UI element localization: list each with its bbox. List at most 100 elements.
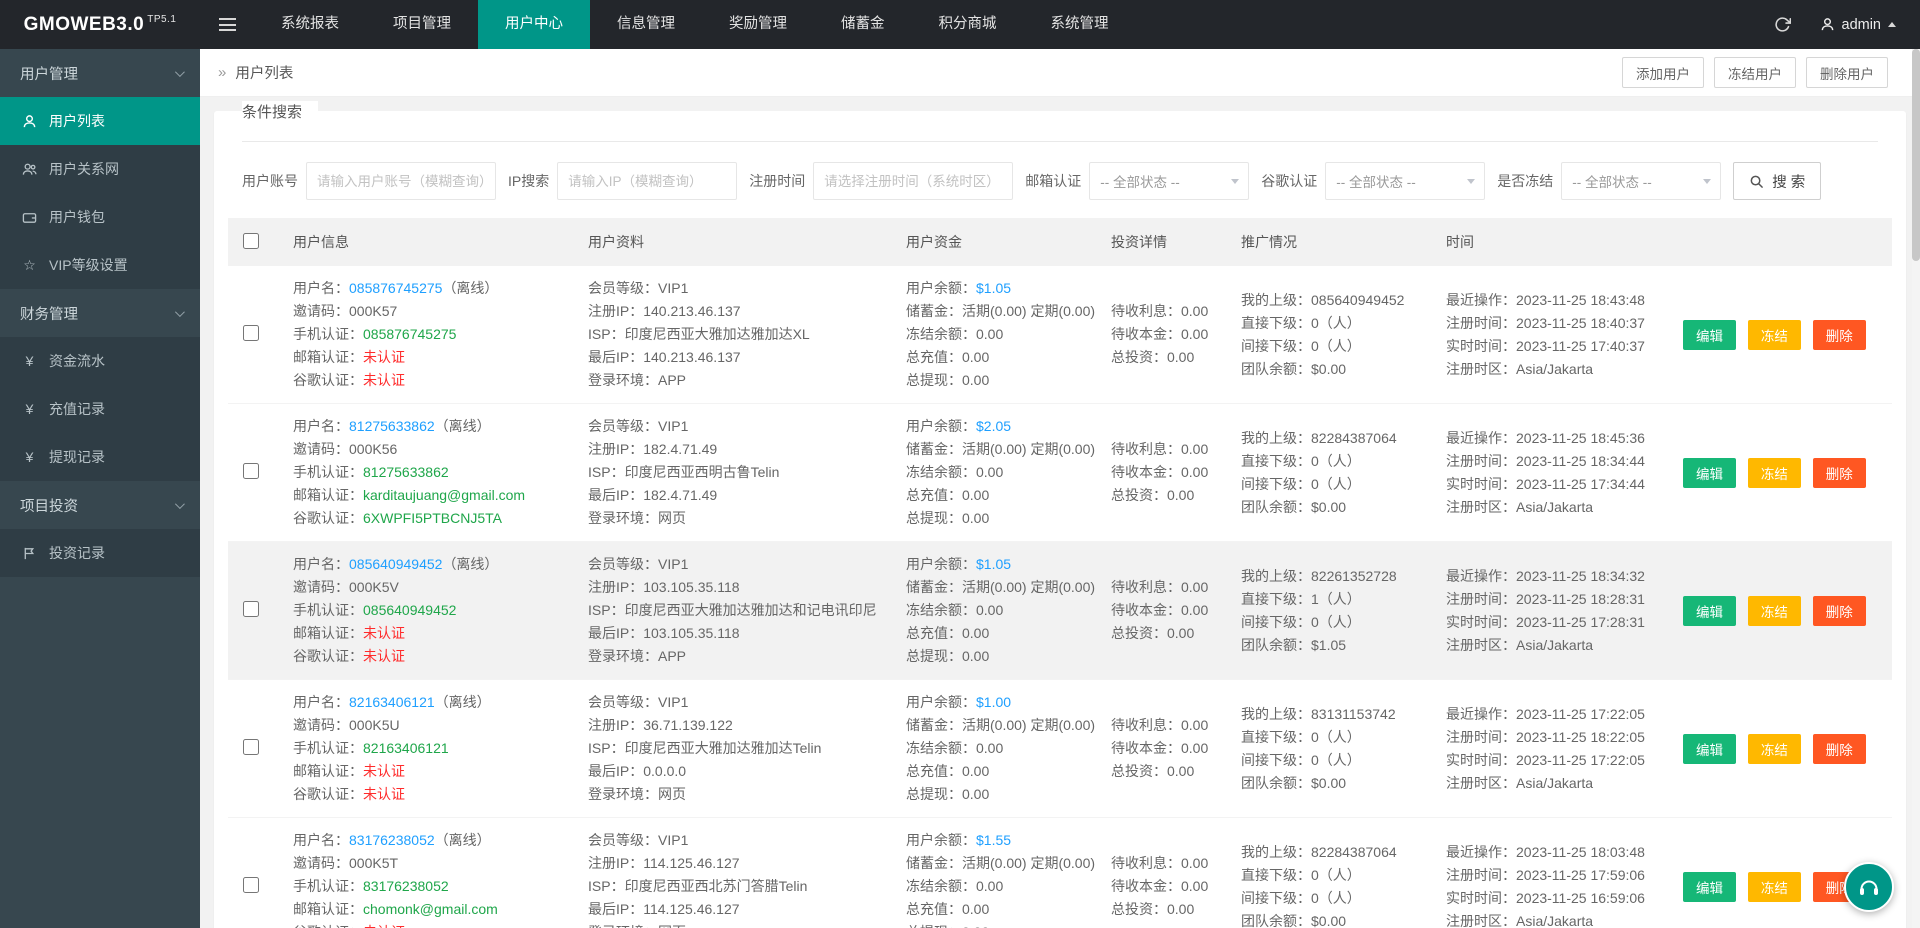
balance-link[interactable]: $1.55 [976, 832, 1011, 848]
invite-code: 000K5T [349, 855, 398, 871]
freeze-button[interactable]: 冻结 [1748, 596, 1801, 626]
nav-item-reports[interactable]: 系统报表 [254, 0, 366, 49]
sidebar-item-recharge-records[interactable]: ¥ 充值记录 [0, 385, 200, 433]
sidebar-item-user-list[interactable]: 用户列表 [0, 97, 200, 145]
delete-user-button[interactable]: 删除用户 [1806, 57, 1888, 88]
field-label: 登录环境： [588, 372, 658, 388]
currency-icon: ¥ [21, 401, 38, 417]
freeze-button[interactable]: 冻结 [1748, 734, 1801, 764]
balance-link[interactable]: $1.00 [976, 694, 1011, 710]
direct-subordinates: 0（人） [1311, 867, 1361, 883]
cell-invest-detail: 待收利息：0.00 待收本金：0.00 总投资：0.00 [1096, 680, 1226, 818]
scrollbar-thumb[interactable] [1912, 49, 1920, 261]
freeze-user-button[interactable]: 冻结用户 [1714, 57, 1796, 88]
nav-item-savings[interactable]: 储蓄金 [814, 0, 912, 49]
field-label: 注册时区： [1446, 499, 1516, 515]
nav-item-rewards[interactable]: 奖励管理 [702, 0, 814, 49]
delete-button[interactable]: 删除 [1813, 458, 1866, 488]
cell-user-info: 用户名：81275633862（离线） 邀请码：000K56 手机认证：8127… [278, 404, 573, 542]
cell-user-info: 用户名：83176238052（离线） 邀请码：000K5T 手机认证：8317… [278, 818, 573, 928]
nav-item-points-mall[interactable]: 积分商城 [912, 0, 1024, 49]
username-link[interactable]: 83176238052 [349, 832, 435, 848]
sidebar: 用户管理 用户列表 用户关系网 用户钱包 ☆ VIP等级设置 财务 [0, 49, 200, 928]
delete-button[interactable]: 删除 [1813, 320, 1866, 350]
sidebar-group-user-management[interactable]: 用户管理 [0, 49, 200, 97]
cell-user-profile: 会员等级：VIP1 注册IP：114.125.46.127 ISP：印度尼西亚西… [573, 818, 891, 928]
logo-version: TP5.1 [147, 14, 176, 25]
row-checkbox[interactable] [243, 739, 259, 755]
col-actions [1668, 218, 1892, 266]
register-time-input[interactable] [813, 162, 1013, 200]
recharge-total: 0.00 [962, 901, 989, 917]
row-checkbox[interactable] [243, 877, 259, 893]
row-checkbox[interactable] [243, 325, 259, 341]
edit-button[interactable]: 编辑 [1683, 320, 1736, 350]
nav-item-user-center[interactable]: 用户中心 [478, 0, 590, 49]
nav-item-information[interactable]: 信息管理 [590, 0, 702, 49]
freeze-button[interactable]: 冻结 [1748, 320, 1801, 350]
search-label: IP搜索 [508, 171, 549, 191]
admin-menu[interactable]: admin [1810, 17, 1920, 33]
sidebar-item-user-network[interactable]: 用户关系网 [0, 145, 200, 193]
isp-value: 印度尼西亚大雅加达雅加达和记电讯印尼 [625, 602, 877, 618]
field-label: 总充值： [906, 487, 962, 503]
freeze-button[interactable]: 冻结 [1748, 458, 1801, 488]
frozen-status-select[interactable]: -- 全部状态 -- [1561, 162, 1721, 200]
username-link[interactable]: 81275633862 [349, 418, 435, 434]
freeze-button[interactable]: 冻结 [1748, 872, 1801, 902]
field-label: 用户余额： [906, 694, 976, 710]
delete-button[interactable]: 删除 [1813, 596, 1866, 626]
sidebar-item-fund-flow[interactable]: ¥ 资金流水 [0, 337, 200, 385]
username-link[interactable]: 82163406121 [349, 694, 435, 710]
login-env: 网页 [658, 510, 686, 526]
star-icon: ☆ [21, 257, 38, 274]
sidebar-item-label: 用户列表 [49, 111, 105, 131]
edit-button[interactable]: 编辑 [1683, 872, 1736, 902]
search-button[interactable]: 搜 索 [1733, 162, 1821, 200]
username-link[interactable]: 085876745275 [349, 280, 442, 296]
balance-link[interactable]: $1.05 [976, 556, 1011, 572]
username-link[interactable]: 085640949452 [349, 556, 442, 572]
edit-button[interactable]: 编辑 [1683, 596, 1736, 626]
refresh-icon[interactable] [1756, 0, 1810, 49]
currency-icon: ¥ [21, 449, 38, 465]
row-checkbox[interactable] [243, 463, 259, 479]
sidebar-group-investment[interactable]: 项目投资 [0, 481, 200, 529]
field-label: 登录环境： [588, 510, 658, 526]
sidebar-item-user-wallet[interactable]: 用户钱包 [0, 193, 200, 241]
search-icon [1749, 174, 1764, 189]
page-scrollbar[interactable] [1912, 49, 1920, 928]
field-label: 谷歌认证： [293, 510, 363, 526]
customer-service-button[interactable] [1844, 862, 1894, 912]
field-label: 邮箱认证： [293, 349, 363, 365]
sidebar-item-withdraw-records[interactable]: ¥ 提现记录 [0, 433, 200, 481]
content-card: 条件搜索 用户账号 IP搜索 注册时间 邮箱认证 -- 全部状态 -- [214, 111, 1906, 928]
field-label: 实时时间： [1446, 890, 1516, 906]
row-checkbox[interactable] [243, 601, 259, 617]
nav-item-system[interactable]: 系统管理 [1024, 0, 1136, 49]
delete-button[interactable]: 删除 [1813, 734, 1866, 764]
wallet-icon [21, 210, 38, 225]
vip-level: VIP1 [658, 280, 688, 296]
menu-toggle-icon[interactable] [200, 0, 254, 49]
frozen-value: 0.00 [976, 602, 1003, 618]
edit-button[interactable]: 编辑 [1683, 734, 1736, 764]
ip-search-input[interactable] [557, 162, 737, 200]
balance-link[interactable]: $1.05 [976, 280, 1011, 296]
add-user-button[interactable]: 添加用户 [1622, 57, 1704, 88]
nav-item-projects[interactable]: 项目管理 [366, 0, 478, 49]
field-label: 直接下级： [1241, 315, 1311, 331]
sidebar-item-invest-records[interactable]: 投资记录 [0, 529, 200, 577]
recharge-total: 0.00 [962, 625, 989, 641]
google-status-select[interactable]: -- 全部状态 -- [1325, 162, 1485, 200]
balance-link[interactable]: $2.05 [976, 418, 1011, 434]
select-all-checkbox[interactable] [243, 233, 259, 249]
account-search-input[interactable] [306, 162, 496, 200]
sidebar-group-finance[interactable]: 财务管理 [0, 289, 200, 337]
parent-user: 83131153742 [1311, 706, 1396, 722]
email-status-select[interactable]: -- 全部状态 -- [1089, 162, 1249, 200]
sidebar-item-vip-settings[interactable]: ☆ VIP等级设置 [0, 241, 200, 289]
team-balance: $0.00 [1311, 361, 1346, 377]
select-value: -- 全部状态 -- [1572, 171, 1651, 191]
edit-button[interactable]: 编辑 [1683, 458, 1736, 488]
